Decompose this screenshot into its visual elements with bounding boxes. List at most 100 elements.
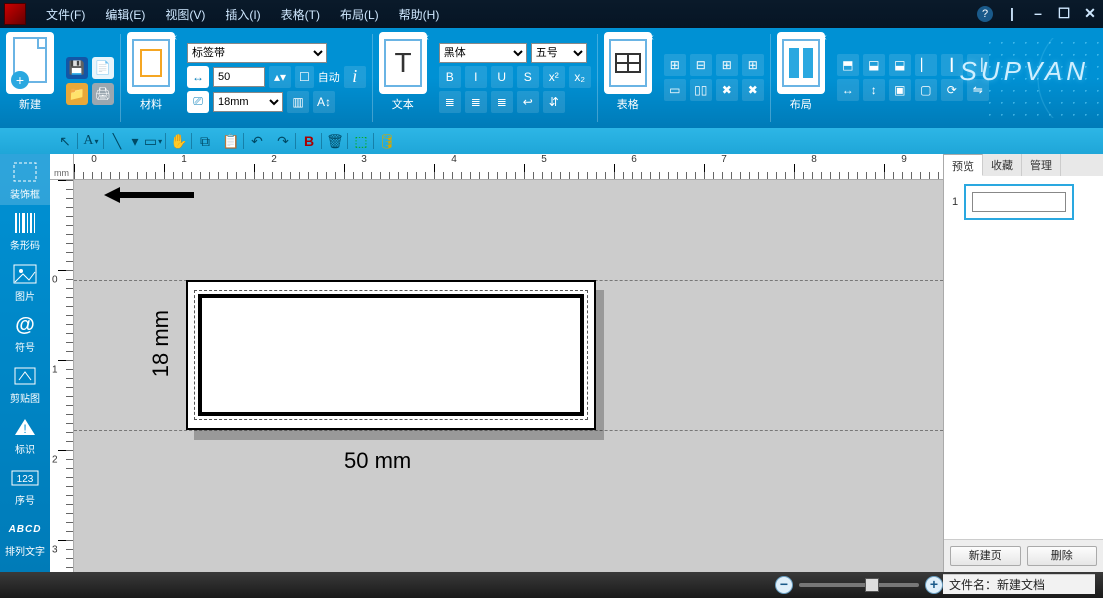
page-thumbnail[interactable] (964, 184, 1074, 220)
sidebar-item-serial[interactable]: 123 序号 (0, 460, 50, 511)
canvas[interactable]: 18 mm 50 mm (74, 180, 943, 572)
dist-h-icon[interactable]: ↔ (837, 79, 859, 101)
window-extra-button[interactable]: | (999, 5, 1025, 23)
label-object[interactable] (186, 280, 596, 430)
info-icon[interactable]: i (344, 66, 366, 88)
zoom-slider[interactable] (799, 583, 919, 587)
sidebar-item-arrange[interactable]: ABCD 排列文字 (0, 511, 50, 562)
width-input[interactable] (213, 67, 265, 87)
delete-col-icon[interactable]: ✖ (742, 79, 764, 101)
new-page-button[interactable]: 新建页 (950, 546, 1021, 566)
auto-label: 自动 (318, 69, 340, 85)
send-back-icon[interactable]: ▢ (915, 79, 937, 101)
line-tool-dd[interactable]: ▾ (130, 130, 140, 152)
width-dimension: 50 mm (344, 448, 411, 474)
menu-view[interactable]: 视图(V) (155, 6, 215, 23)
tab-manage[interactable]: 管理 (1022, 154, 1061, 176)
auto-checkbox[interactable]: ☐ (295, 66, 314, 88)
delete-page-button[interactable]: 删除 (1027, 546, 1098, 566)
align-right-button[interactable]: ≣ (491, 91, 513, 113)
spacing-button[interactable]: ⇵ (543, 91, 565, 113)
tab-favorite[interactable]: 收藏 (983, 154, 1022, 176)
insert-col-left-icon[interactable]: ⊞ (716, 54, 738, 76)
copy-tool[interactable]: ⧉ (192, 130, 218, 152)
bold-button[interactable]: B (439, 66, 461, 88)
menu-edit[interactable]: 编辑(E) (95, 6, 155, 23)
new-document-button[interactable]: + (6, 32, 54, 94)
hand-tool[interactable]: ✋ (166, 130, 192, 152)
thumbnail-row[interactable]: 1 (952, 184, 1095, 220)
table-button[interactable] (604, 32, 652, 94)
font-size-select[interactable]: 五号 (531, 43, 587, 63)
font-name-select[interactable]: 黑体 (439, 43, 527, 63)
menu-insert[interactable]: 插入(I) (215, 6, 270, 23)
super-button[interactable]: x² (543, 66, 565, 88)
menu-layout[interactable]: 布局(L) (330, 6, 389, 23)
zoom-in-button[interactable]: + (925, 576, 943, 594)
paste-tool[interactable]: 📋 (218, 130, 244, 152)
strike-button[interactable]: S (517, 66, 539, 88)
menu-file[interactable]: 文件(F) (36, 6, 95, 23)
database-tool[interactable]: 🛢 (374, 130, 400, 152)
right-panel: 预览 收藏 管理 1 新建页 删除 (943, 154, 1103, 572)
sidebar-item-image[interactable]: 图片 (0, 256, 50, 307)
window-close-button[interactable]: ✕ (1077, 5, 1103, 23)
undo-tool[interactable]: ↶ (244, 130, 270, 152)
save-icon[interactable]: 💾 (66, 57, 88, 79)
insert-col-right-icon[interactable]: ⊞ (742, 54, 764, 76)
height-select[interactable]: 18mm (213, 92, 283, 112)
sidebar-label: 标识 (15, 441, 35, 456)
zoom-slider-thumb[interactable] (865, 578, 879, 592)
window-minimize-button[interactable]: – (1025, 5, 1051, 23)
sidebar-item-barcode[interactable]: 条形码 (0, 205, 50, 256)
wrap-button[interactable]: ↩ (517, 91, 539, 113)
open-icon[interactable]: 📄 (92, 57, 114, 79)
rect-tool[interactable]: ▭▾ (140, 130, 166, 152)
insert-row-below-icon[interactable]: ⊟ (690, 54, 712, 76)
sidebar-item-mark[interactable]: ! 标识 (0, 409, 50, 460)
align-bottom-icon[interactable]: ⬓ (889, 54, 911, 76)
delete-tool[interactable]: 🗑 (322, 130, 348, 152)
group-tool[interactable]: ⬚ (348, 130, 374, 152)
sidebar-item-frame[interactable]: 装饰框 (0, 154, 50, 205)
window-restore-button[interactable]: ☐ (1051, 5, 1077, 23)
layout-button[interactable] (777, 32, 825, 94)
insert-row-above-icon[interactable]: ⊞ (664, 54, 686, 76)
orientation-icon[interactable]: A↕ (313, 91, 335, 113)
material-button[interactable] (127, 32, 175, 94)
underline-button[interactable]: U (491, 66, 513, 88)
align-middle-icon[interactable]: ⬓ (863, 54, 885, 76)
ribbon-size-group: 标签带 ↔ ▴▾ ☐ 自动 i ⎚ 18mm ▥ A↕ (181, 28, 372, 128)
merge-cells-icon[interactable]: ▭ (664, 79, 686, 101)
redo-tool[interactable]: ↷ (270, 130, 296, 152)
tape-type-select[interactable]: 标签带 (187, 43, 327, 63)
sidebar-item-clip[interactable]: 剪贴图 (0, 358, 50, 409)
folder-icon[interactable]: 📁 (66, 83, 88, 105)
align-top-icon[interactable]: ⬒ (837, 54, 859, 76)
delete-row-icon[interactable]: ✖ (716, 79, 738, 101)
zoom-out-button[interactable]: − (775, 576, 793, 594)
ruler-h-num: 9 (901, 154, 907, 165)
print-icon[interactable]: 🖨 (92, 83, 114, 105)
menu-table[interactable]: 表格(T) (271, 6, 330, 23)
align-left-button[interactable]: ≣ (439, 91, 461, 113)
text-tool[interactable]: A▾ (78, 130, 104, 152)
sidebar-item-symbol[interactable]: @ 符号 (0, 307, 50, 358)
align-left-obj-icon[interactable]: ▏ (915, 54, 937, 76)
sub-button[interactable]: x₂ (569, 66, 591, 88)
text-button[interactable]: T (379, 32, 427, 94)
margins-icon[interactable]: ▥ (287, 91, 309, 113)
bold-tool[interactable]: B (296, 130, 322, 152)
bring-front-icon[interactable]: ▣ (889, 79, 911, 101)
split-cells-icon[interactable]: ▯▯ (690, 79, 712, 101)
pointer-tool[interactable]: ↖ (52, 130, 78, 152)
italic-button[interactable]: I (465, 66, 487, 88)
svg-text:!: ! (23, 422, 26, 436)
line-tool[interactable]: ╲ (104, 130, 130, 152)
tab-preview[interactable]: 预览 (944, 154, 983, 176)
help-icon[interactable]: ? (977, 6, 993, 22)
align-center-button[interactable]: ≣ (465, 91, 487, 113)
stepper-icon[interactable]: ▴▾ (269, 66, 291, 88)
menu-help[interactable]: 帮助(H) (389, 6, 450, 23)
dist-v-icon[interactable]: ↕ (863, 79, 885, 101)
